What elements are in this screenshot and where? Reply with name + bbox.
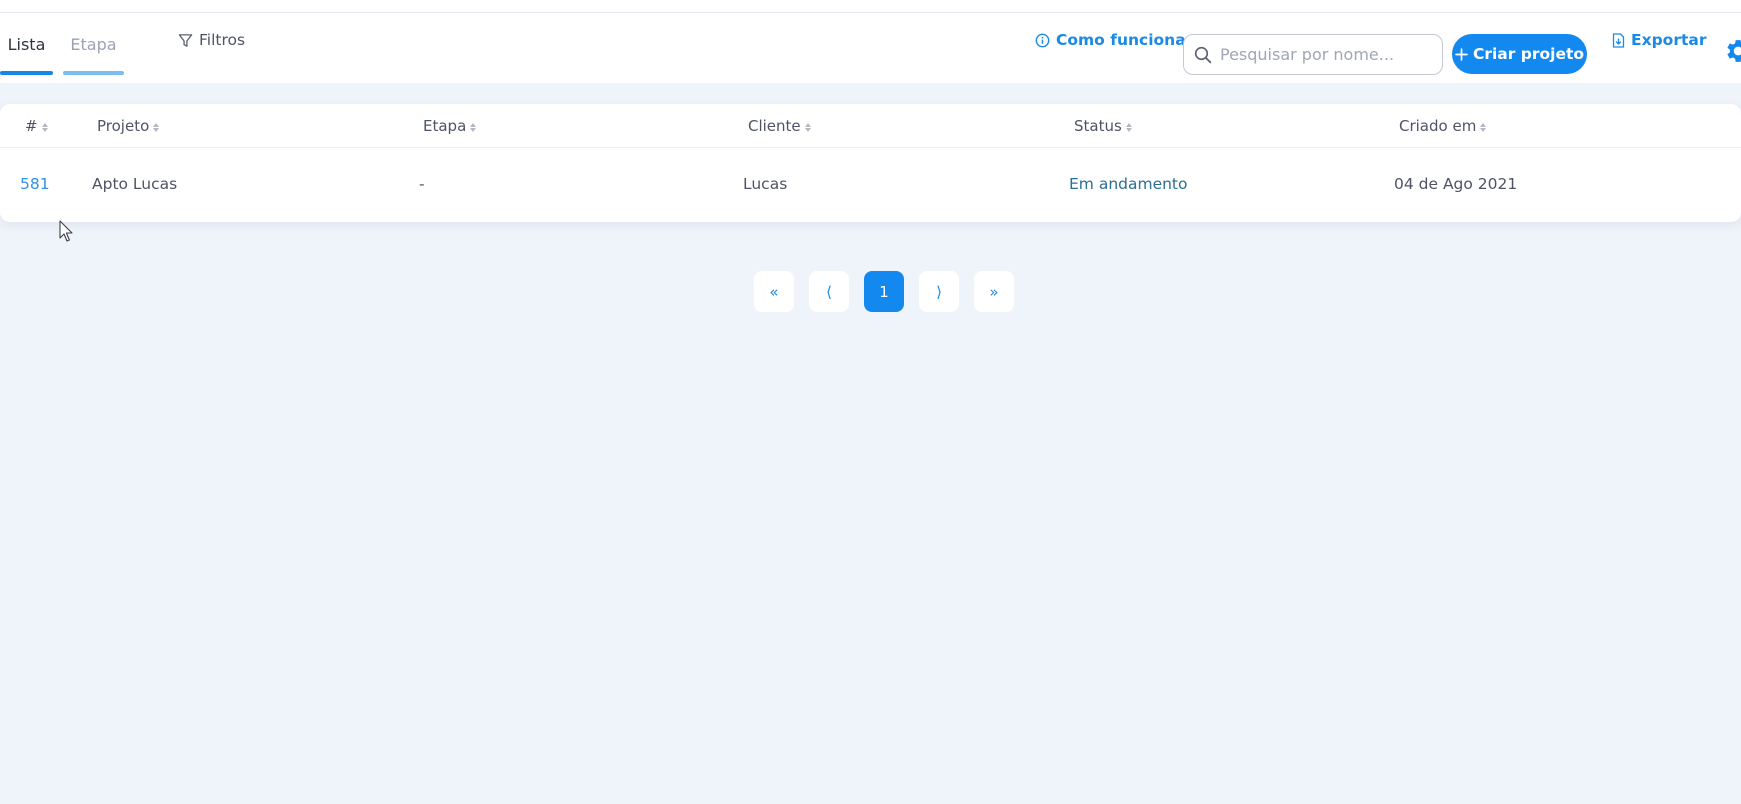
cell-criado-em: 04 de Ago 2021 bbox=[1394, 175, 1518, 193]
how-it-works-link[interactable]: Como funciona bbox=[1035, 13, 1186, 67]
sort-icon bbox=[41, 122, 48, 132]
column-header-id[interactable]: # bbox=[25, 104, 48, 148]
info-icon bbox=[1035, 33, 1050, 47]
sort-icon bbox=[153, 122, 160, 132]
file-export-icon bbox=[1612, 32, 1625, 48]
create-project-label: Criar projeto bbox=[1472, 45, 1585, 63]
column-header-label: # bbox=[25, 117, 38, 135]
column-header-cliente[interactable]: Cliente bbox=[748, 104, 811, 148]
search-icon bbox=[1194, 46, 1212, 63]
cell-cliente: Lucas bbox=[743, 175, 788, 193]
search-box bbox=[1183, 34, 1443, 75]
toolbar: Lista Etapa Filtros Como funciona Criar … bbox=[0, 13, 1741, 83]
cell-etapa: - bbox=[419, 175, 425, 193]
filters-button[interactable]: Filtros bbox=[178, 13, 245, 67]
mouse-pointer-icon bbox=[59, 220, 73, 242]
tab-lista[interactable]: Lista bbox=[0, 13, 53, 75]
sort-icon bbox=[804, 122, 811, 132]
column-header-projeto[interactable]: Projeto bbox=[97, 104, 160, 148]
pagination-next-button[interactable]: ⟩ bbox=[919, 271, 959, 312]
column-header-status[interactable]: Status bbox=[1074, 104, 1132, 148]
search-input[interactable] bbox=[1220, 45, 1430, 64]
tab-etapa-label: Etapa bbox=[70, 34, 117, 54]
top-bar bbox=[0, 0, 1741, 13]
tab-etapa[interactable]: Etapa bbox=[63, 13, 124, 75]
column-header-label: Cliente bbox=[748, 117, 801, 135]
gear-icon[interactable] bbox=[1722, 36, 1741, 66]
create-project-button[interactable]: Criar projeto bbox=[1452, 34, 1587, 74]
column-header-criado-em[interactable]: Criado em bbox=[1399, 104, 1487, 148]
export-button[interactable]: Exportar bbox=[1612, 13, 1707, 67]
pagination: « ⟨ 1 ⟩ » bbox=[754, 271, 1014, 312]
sort-icon bbox=[1480, 122, 1487, 132]
column-header-label: Etapa bbox=[423, 117, 467, 135]
how-it-works-label: Como funciona bbox=[1056, 31, 1186, 49]
tab-etapa-underline bbox=[63, 71, 124, 75]
table-header: # Projeto Etapa Cliente Status Criado em bbox=[0, 104, 1741, 148]
pagination-prev-button[interactable]: ⟨ bbox=[809, 271, 849, 312]
column-header-label: Projeto bbox=[97, 117, 150, 135]
tab-lista-underline bbox=[0, 71, 53, 75]
export-label: Exportar bbox=[1631, 31, 1707, 49]
cell-id[interactable]: 581 bbox=[20, 149, 50, 219]
cell-projeto: Apto Lucas bbox=[92, 175, 178, 193]
filters-label: Filtros bbox=[199, 31, 246, 49]
column-header-label: Criado em bbox=[1399, 117, 1477, 135]
pagination-last-button[interactable]: » bbox=[974, 271, 1014, 312]
sort-icon bbox=[1125, 122, 1132, 132]
plus-icon bbox=[1455, 47, 1468, 61]
filter-icon bbox=[178, 33, 193, 47]
sort-icon bbox=[470, 122, 477, 132]
table-row[interactable]: 581 Apto Lucas - Lucas Em andamento 04 d… bbox=[0, 149, 1741, 219]
pagination-page-button[interactable]: 1 bbox=[864, 271, 904, 312]
pagination-first-button[interactable]: « bbox=[754, 271, 794, 312]
projects-table: # Projeto Etapa Cliente Status Criado em… bbox=[0, 104, 1741, 222]
tab-lista-label: Lista bbox=[7, 34, 46, 54]
cell-status: Em andamento bbox=[1069, 175, 1188, 193]
column-header-etapa[interactable]: Etapa bbox=[423, 104, 477, 148]
column-header-label: Status bbox=[1074, 117, 1122, 135]
